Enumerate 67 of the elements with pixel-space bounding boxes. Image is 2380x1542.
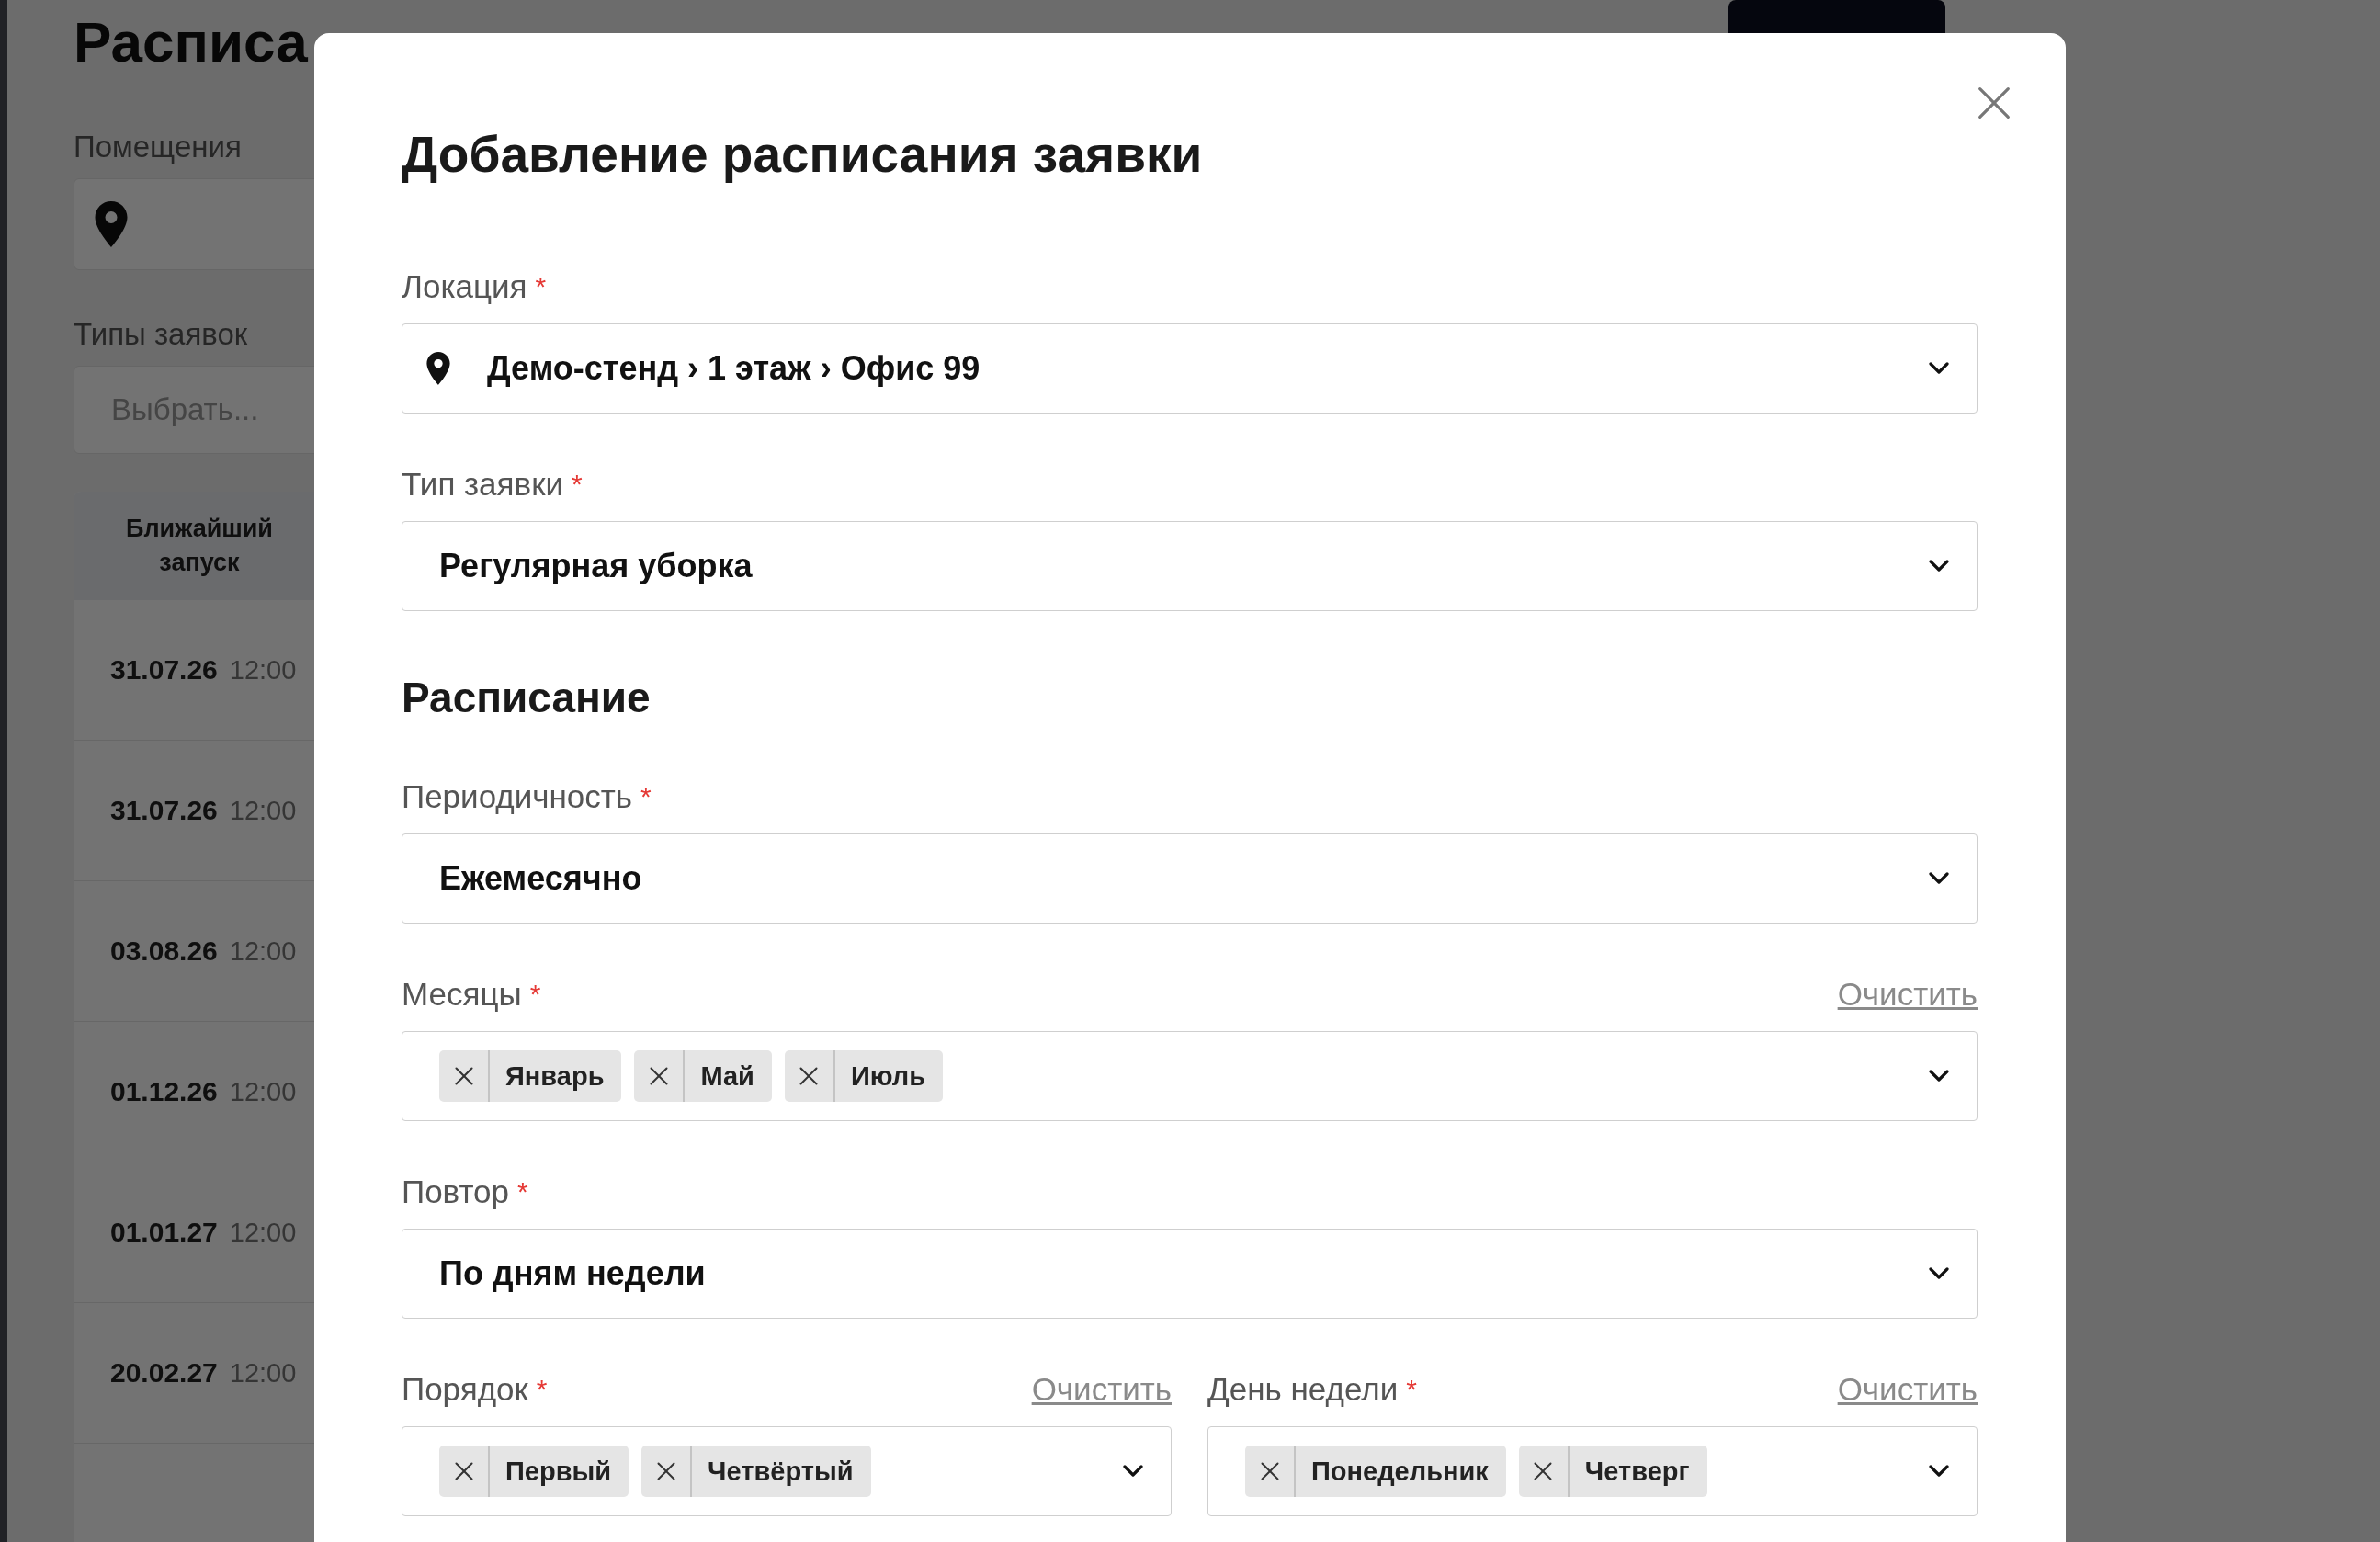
date-text: 01.12.26 [110,1076,218,1107]
close-button[interactable] [1978,86,2011,119]
cross-icon [799,1067,819,1085]
filter-label: Типы заявок [74,318,248,351]
cross-icon [454,1462,473,1480]
field-label: Порядок [402,1371,528,1408]
time-text: 12:00 [229,795,297,826]
required-mark: * [1406,1373,1417,1406]
time-text: 12:00 [229,1357,297,1389]
close-icon [1978,86,2011,119]
field-label: Месяцы [402,976,522,1013]
chevron-down-icon [1123,1465,1143,1478]
cross-icon [650,1067,668,1085]
field-label: Тип заявки [402,466,563,503]
chevron-down-icon [1929,872,1949,885]
cross-icon [656,1462,675,1480]
date-text: 01.01.27 [110,1217,218,1248]
date-text: 20.02.27 [110,1357,218,1389]
multi-select-field[interactable]: Январь Май Июль [402,1031,1978,1121]
tag-label: Январь [504,1060,606,1093]
required-mark: * [517,1175,528,1208]
date-text: 31.07.26 [110,795,218,826]
cross-icon [454,1067,473,1085]
chevron-down-icon [1929,1465,1949,1478]
required-mark: * [572,468,583,501]
chevron-down-icon [1929,1267,1949,1280]
time-text: 12:00 [229,1217,297,1248]
select-field[interactable]: По дням недели [402,1229,1978,1319]
chevron-down-icon [1929,560,1949,573]
tag-label: Понедельник [1310,1455,1490,1488]
date-text: 31.07.26 [110,654,218,686]
field-label: Повтор [402,1174,509,1210]
chevron-down-icon [1929,362,1949,375]
multi-select-field[interactable]: Понедельник Четверг [1207,1426,1978,1516]
dialog-title: Добавление расписания заявки [402,125,1204,184]
select-value: Демо-стенд › 1 этаж › Офис 99 [487,349,981,388]
page-title: Расписа [74,9,308,75]
time-text: 12:00 [229,935,297,967]
required-mark: * [535,270,547,303]
map-pin-icon [426,352,450,385]
select-field[interactable]: Демо-стенд › 1 этаж › Офис 99 [402,323,1978,414]
tag-label: Четверг [1583,1455,1691,1488]
required-mark: * [536,1373,548,1406]
select-value: По дням недели [439,1254,707,1293]
tag-label: Первый [504,1455,613,1488]
date-text: 03.08.26 [110,935,218,967]
select-value: Ежемесячно [439,859,643,898]
field-label: Локация [402,268,527,305]
tag-label: Май [699,1060,755,1093]
time-text: 12:00 [229,654,297,686]
cross-icon [1534,1462,1553,1480]
filter-label: Помещения [74,130,242,164]
tag-label: Четвёртый [707,1455,855,1488]
field-label: Периодичность [402,778,633,815]
tag-label: Июль [849,1060,927,1093]
time-text: 12:00 [229,1076,297,1107]
chevron-down-icon [1929,1070,1949,1083]
select-field[interactable]: Регулярная уборка [402,521,1978,611]
required-mark: * [640,780,652,813]
multi-select-field[interactable]: Первый Четвёртый [402,1426,1172,1516]
section-heading: Расписание [402,673,652,723]
cross-icon [1260,1462,1279,1480]
required-mark: * [529,978,541,1011]
select-value: Регулярная уборка [439,547,754,585]
field-label: День недели [1207,1371,1399,1408]
map-pin-icon [95,201,128,247]
select-field[interactable]: Ежемесячно [402,833,1978,924]
